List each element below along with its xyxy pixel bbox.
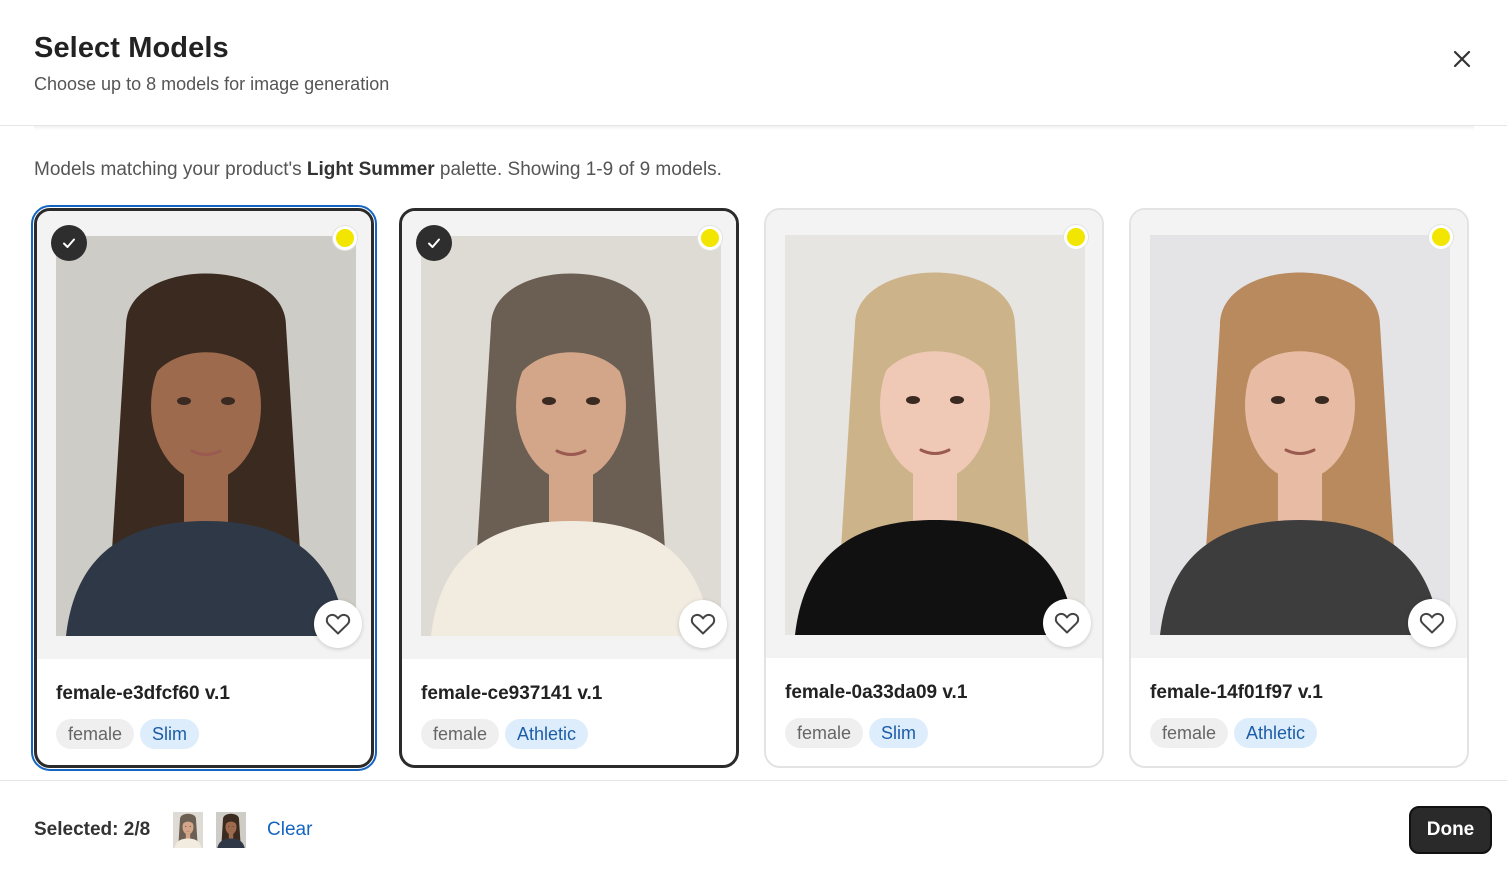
body-type-tag: Slim <box>869 718 929 748</box>
model-tags: female Slim <box>785 718 929 748</box>
scroll-shadow <box>34 126 1474 130</box>
results-info: Models matching your product's Light Sum… <box>34 159 722 181</box>
model-name: female-ce937141 v.1 <box>421 683 603 704</box>
model-card[interactable]: female-e3dfcf60 v.1 female Slim <box>31 205 377 771</box>
model-card[interactable]: female-ce937141 v.1 female Athletic <box>399 208 739 768</box>
model-photo <box>785 235 1085 635</box>
heart-icon <box>1054 612 1080 634</box>
body-type-tag: Athletic <box>505 719 589 749</box>
selected-count: Selected: 2/8 <box>34 819 151 840</box>
palette-match-dot <box>698 226 722 250</box>
dialog-subtitle: Choose up to 8 models for image generati… <box>34 74 390 94</box>
palette-match-dot <box>1429 225 1453 249</box>
model-photo <box>421 236 721 636</box>
model-photo <box>1150 235 1450 635</box>
model-name: female-14f01f97 v.1 <box>1150 682 1323 703</box>
gender-tag: female <box>421 719 500 749</box>
palette-name: Light Summer <box>306 159 435 180</box>
favorite-button[interactable] <box>1043 599 1091 647</box>
model-photo-area <box>1131 210 1467 658</box>
select-models-dialog: Select Models Choose up to 8 models for … <box>0 0 1507 874</box>
palette-match-dot <box>333 226 357 250</box>
dialog-footer: Selected: 2/8 Clear Done <box>0 780 1507 874</box>
dialog-header: Select Models Choose up to 8 models for … <box>0 0 1507 126</box>
done-button[interactable]: Done <box>1409 806 1492 854</box>
close-button[interactable] <box>1444 41 1480 77</box>
model-card[interactable]: female-14f01f97 v.1 female Athletic <box>1129 208 1469 768</box>
model-photo <box>56 236 356 636</box>
model-name: female-e3dfcf60 v.1 <box>56 683 230 704</box>
model-tags: female Slim <box>56 719 200 749</box>
model-photo-area <box>402 211 736 659</box>
heart-icon <box>1419 612 1445 634</box>
gender-tag: female <box>1150 718 1229 748</box>
model-photo-area <box>766 210 1102 658</box>
heart-icon <box>690 613 716 635</box>
model-photo-area <box>37 211 371 659</box>
body-type-tag: Athletic <box>1234 718 1318 748</box>
selected-check-icon <box>416 225 452 261</box>
heart-icon <box>325 613 351 635</box>
model-tags: female Athletic <box>1150 718 1318 748</box>
gender-tag: female <box>785 718 864 748</box>
favorite-button[interactable] <box>679 600 727 648</box>
model-card[interactable]: female-0a33da09 v.1 female Slim <box>764 208 1104 768</box>
close-icon <box>1453 50 1471 68</box>
model-tags: female Athletic <box>421 719 589 749</box>
model-name: female-0a33da09 v.1 <box>785 682 968 703</box>
body-type-tag: Slim <box>140 719 200 749</box>
results-info-prefix: Models matching your product's <box>34 159 307 180</box>
favorite-button[interactable] <box>1408 599 1456 647</box>
clear-selection-link[interactable]: Clear <box>267 819 312 841</box>
selected-model-thumbnail[interactable] <box>216 812 246 848</box>
results-info-suffix: palette. Showing 1-9 of 9 models. <box>434 159 722 180</box>
dialog-title: Select Models <box>34 32 229 64</box>
palette-match-dot <box>1064 225 1088 249</box>
favorite-button[interactable] <box>314 600 362 648</box>
gender-tag: female <box>56 719 135 749</box>
selected-check-icon <box>51 225 87 261</box>
selected-model-thumbnail[interactable] <box>173 812 203 848</box>
